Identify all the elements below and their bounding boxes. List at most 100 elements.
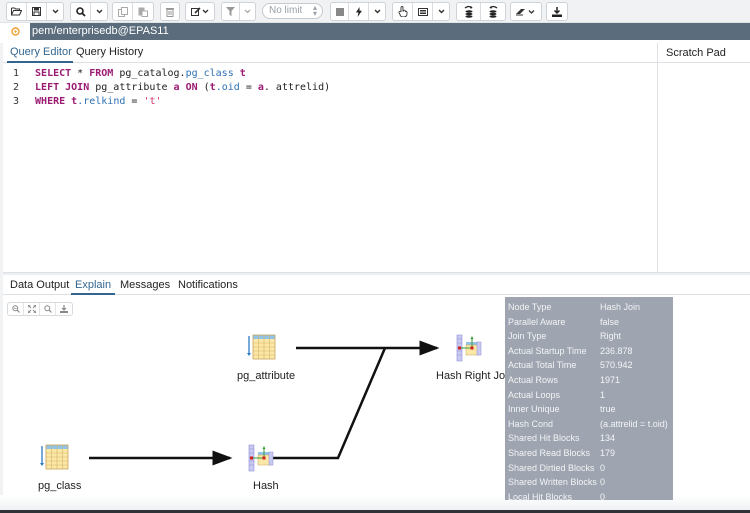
connection-status[interactable]: [0, 23, 30, 40]
floppy-icon: [32, 7, 41, 16]
zoom-out-icon: [43, 305, 52, 313]
explain-group: [392, 2, 450, 21]
code-line[interactable]: 3 WHERE t.relkind = 't': [3, 95, 162, 109]
commit-icon: [464, 5, 472, 18]
tooltip-value: 0: [600, 491, 606, 500]
tooltip-value: 1971: [600, 375, 621, 385]
download-icon: [552, 6, 562, 17]
plan-node-pg-class[interactable]: [40, 443, 70, 474]
tooltip-key: Join Type: [508, 331, 547, 342]
sql-token: 't': [143, 96, 162, 107]
sql-token: SELECT: [35, 68, 72, 79]
clear-button[interactable]: [511, 3, 541, 20]
row-limit-value: No limit: [269, 5, 303, 16]
plan-node-tooltip: Node Type Hash Join Parallel Aware false Joi…: [505, 297, 673, 500]
tooltip-row: Actual Rows 1971: [508, 373, 620, 387]
tab-data-output[interactable]: Data Output: [10, 279, 69, 291]
execute-dropdown-button[interactable]: [369, 3, 385, 20]
sql-token: FROM: [89, 68, 114, 79]
code-line[interactable]: 2 LEFT JOIN pg_attribute a ON (t.oid = a…: [3, 81, 330, 95]
tooltip-key: Hash Cond: [508, 418, 554, 429]
explain-analyze-button[interactable]: [413, 3, 433, 20]
find-button[interactable]: [71, 3, 91, 20]
filter-button[interactable]: [222, 3, 240, 20]
line-number: 3: [12, 96, 20, 107]
save-file-button[interactable]: [27, 3, 47, 20]
active-result-tab-indicator: [71, 293, 115, 295]
filter-icon: [226, 7, 235, 16]
line-number: 2: [12, 82, 20, 93]
download-group: [546, 2, 568, 21]
tooltip-key: Actual Total Time: [508, 360, 577, 371]
explain-button[interactable]: [393, 3, 413, 20]
tooltip-row: Parallel Aware false: [508, 315, 619, 329]
chevron-down-icon: [244, 9, 251, 14]
tooltip-key: Shared Written Blocks: [508, 477, 597, 488]
row-limit-select[interactable]: No limit ▴ ▾: [262, 3, 323, 19]
copy-button[interactable]: [113, 3, 133, 20]
save-dropdown-button[interactable]: [47, 3, 63, 20]
tab-explain[interactable]: Explain: [75, 279, 111, 291]
plan-node-label-pg-class: pg_class: [38, 480, 82, 492]
zoom-fit-button[interactable]: [24, 303, 40, 315]
delete-group: [160, 2, 180, 21]
stop-icon: [335, 7, 344, 16]
tooltip-key: Local Hit Blocks: [508, 491, 573, 500]
tooltip-row: Local Hit Blocks 0: [508, 490, 605, 500]
sql-token: . attrelid): [263, 82, 331, 93]
download-svg-button[interactable]: [56, 303, 72, 315]
tooltip-row: Hash Cond (a.attrelid = t.oid): [508, 417, 668, 431]
expand-icon: [27, 305, 36, 313]
execute-button[interactable]: [349, 3, 369, 20]
commit-button[interactable]: [457, 3, 481, 20]
sql-token: LEFT JOIN: [35, 82, 90, 93]
find-group: [70, 2, 108, 21]
copy-icon: [117, 6, 128, 17]
tooltip-value: (a.attrelid = t.oid): [600, 418, 668, 429]
explain-dropdown-button[interactable]: [433, 3, 449, 20]
code-line[interactable]: 1 SELECT * FROM pg_catalog.pg_class t: [3, 67, 246, 81]
editor-tabs: Query Editor Query History: [3, 43, 657, 63]
query-toolbar: No limit ▴ ▾: [0, 0, 750, 23]
tab-notifications[interactable]: Notifications: [178, 279, 238, 291]
seq-scan-icon: [247, 334, 276, 360]
search-icon: [75, 6, 86, 17]
filter-group: [221, 2, 256, 21]
tooltip-row: Shared Written Blocks 0: [508, 475, 605, 489]
rollback-button[interactable]: [481, 3, 505, 20]
zoom-in-button[interactable]: [8, 303, 24, 315]
tooltip-value: 134: [600, 433, 616, 444]
tooltip-value: Hash Join: [600, 302, 641, 312]
find-dropdown-button[interactable]: [91, 3, 107, 20]
tooltip-value: 570.942: [600, 360, 633, 371]
open-file-button[interactable]: [7, 3, 27, 20]
tab-messages[interactable]: Messages: [120, 279, 170, 291]
sql-token: .oid: [215, 82, 240, 93]
plan-node-hash-right-join[interactable]: [456, 334, 482, 365]
seq-scan-icon: [40, 444, 69, 470]
download-button[interactable]: [547, 3, 567, 20]
tab-query-editor[interactable]: Query Editor: [10, 46, 72, 58]
file-group: [6, 2, 64, 21]
hash-join-icon: [456, 334, 482, 362]
tooltip-row: Shared Hit Blocks 134: [508, 431, 615, 445]
plan-node-label-pg-attribute: pg_attribute: [237, 370, 296, 382]
paste-button[interactable]: [133, 3, 153, 20]
sql-token: pg_attribute: [89, 82, 174, 93]
plan-node-pg-attribute[interactable]: [247, 333, 277, 364]
hash-icon: [248, 444, 274, 472]
tab-query-history[interactable]: Query History: [76, 46, 143, 58]
active-tab-indicator: [7, 61, 73, 63]
sql-token: pg_class: [185, 68, 234, 79]
edit-button[interactable]: [186, 3, 214, 20]
plan-node-label-hash: Hash: [253, 480, 279, 492]
hand-pointer-icon: [398, 6, 407, 17]
filter-dropdown-button[interactable]: [240, 3, 255, 20]
delete-button[interactable]: [161, 3, 179, 20]
sql-token: =: [125, 96, 144, 107]
stop-button[interactable]: [331, 3, 349, 20]
connection-label[interactable]: pem/enterprisedb@EPAS11: [30, 23, 750, 40]
zoom-out-button[interactable]: [40, 303, 56, 315]
sql-editor[interactable]: 1 SELECT * FROM pg_catalog.pg_class t2 L…: [3, 64, 657, 272]
plan-node-hash[interactable]: [248, 444, 274, 475]
